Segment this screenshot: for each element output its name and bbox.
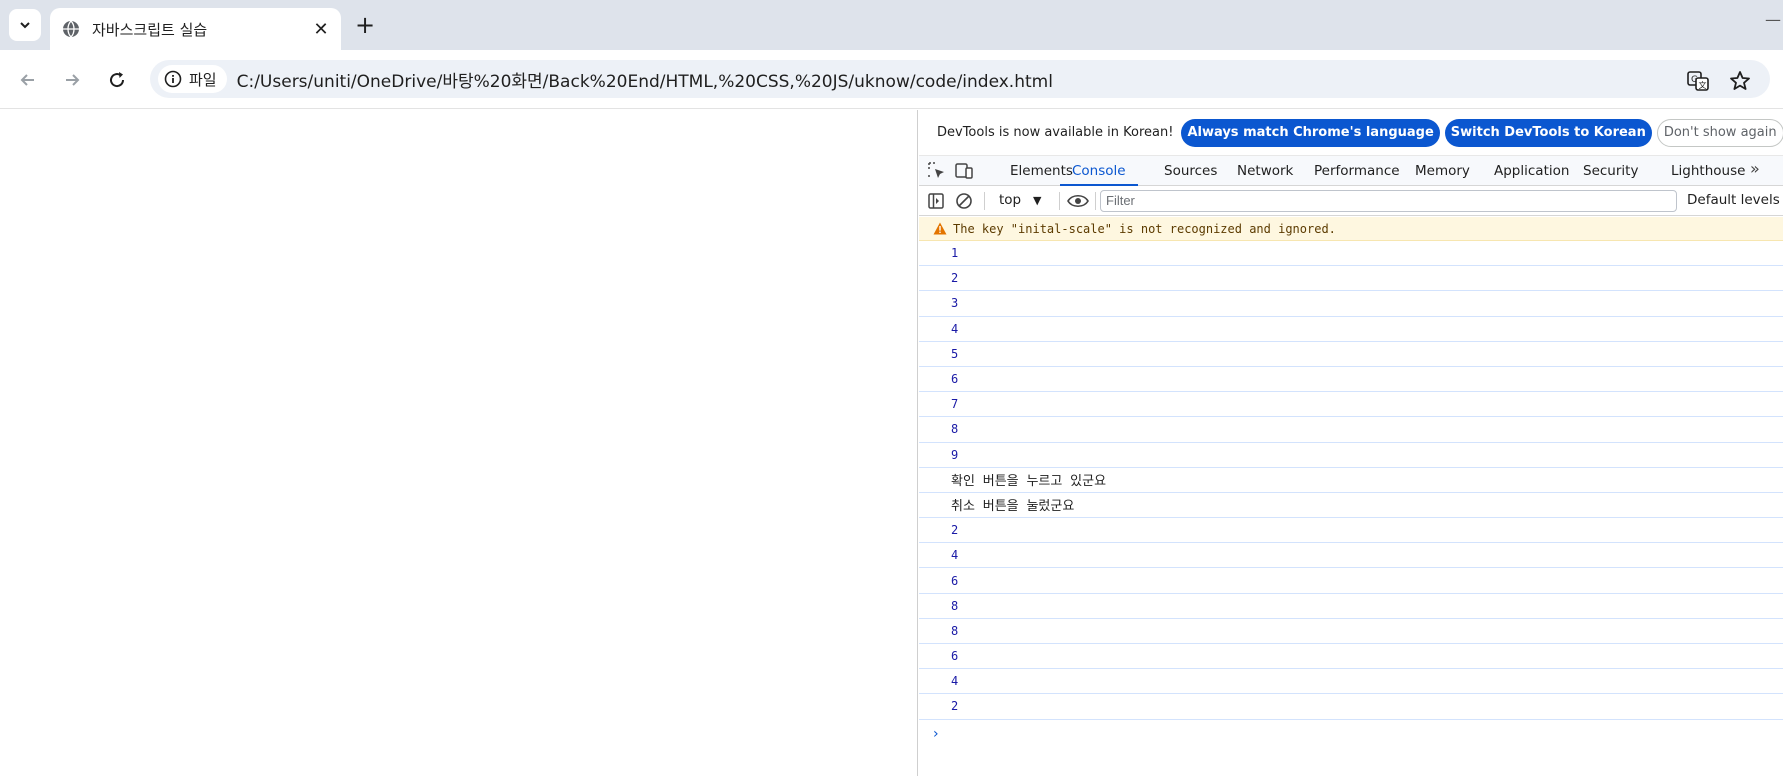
toolbar-divider	[1059, 192, 1060, 210]
console-log-row: 6	[919, 568, 1783, 594]
log-levels-label: Default levels	[1687, 192, 1780, 208]
tab-title: 자바스크립트 실습	[92, 20, 208, 39]
console-log-text: 6	[951, 573, 959, 588]
devtools-panel: DevTools is now available in Korean! Alw…	[919, 110, 1783, 776]
console-log-row: 취소 버튼을 눌렀군요	[919, 493, 1783, 519]
console-log-row: 7	[919, 392, 1783, 418]
console-log-text: 8	[951, 598, 959, 613]
console-log-text: 2	[951, 699, 959, 714]
tab-strip: 자바스크립트 실습 ✕ + —	[0, 0, 1783, 50]
console-log-text: 확인 버튼을 누르고 있군요	[951, 474, 1107, 490]
tab-application[interactable]: Application	[1494, 156, 1569, 186]
console-log-text: 9	[951, 447, 959, 462]
tab-network[interactable]: Network	[1237, 156, 1293, 186]
console-log-text: 7	[951, 397, 959, 412]
info-icon	[164, 70, 182, 88]
bookmark-star-icon[interactable]	[1728, 69, 1752, 93]
warning-text: The key "inital-scale" is not recognized…	[953, 221, 1336, 236]
arrow-left-icon	[20, 74, 34, 86]
dont-show-again-button[interactable]: Don't show again	[1656, 118, 1783, 147]
more-tabs-icon[interactable]: »	[1750, 159, 1760, 178]
clear-console-icon[interactable]	[955, 192, 973, 210]
url-text[interactable]: C:/Users/uniti/OneDrive/바탕%20화면/Back%20E…	[237, 67, 1053, 92]
console-log-text: 4	[951, 321, 959, 336]
console-log-row: 3	[919, 291, 1783, 317]
devtools-tab-bar: Elements Console Sources Network Perform…	[919, 156, 1783, 186]
translate-icon[interactable]: G文	[1686, 69, 1710, 93]
device-toolbar-icon[interactable]	[954, 161, 974, 181]
log-levels-dropdown[interactable]: Default levels ▾	[1687, 192, 1783, 208]
address-bar[interactable]: 파일 C:/Users/uniti/OneDrive/바탕%20화면/Back%…	[150, 60, 1770, 98]
context-selector[interactable]: top	[999, 192, 1021, 208]
console-toolbar: top ▼ Filter Default levels ▾	[919, 186, 1783, 216]
console-log-row: 9	[919, 443, 1783, 468]
console-log-text: 3	[951, 296, 959, 311]
console-filter-input[interactable]: Filter	[1100, 190, 1677, 212]
console-log-row: 1	[919, 241, 1783, 267]
console-messages: 1 2 3 4 5 6 7 8 9 확인 버튼을 누르고 있군요취소 버튼을 눌렀군요 2 4 6 8 8 6…	[919, 241, 1783, 720]
sidebar-toggle-icon[interactable]	[927, 192, 945, 210]
caret-down-icon: ▼	[1033, 194, 1042, 207]
console-warning-message: The key "inital-scale" is not recognized…	[919, 217, 1783, 241]
console-log-text: 2	[951, 523, 959, 538]
tab-console[interactable]: Console	[1060, 156, 1138, 186]
console-log-text: 5	[951, 346, 959, 361]
minimize-window-icon[interactable]: —	[1765, 10, 1783, 38]
page-viewport	[0, 110, 918, 776]
tab-sources[interactable]: Sources	[1164, 156, 1217, 186]
tab-memory[interactable]: Memory	[1415, 156, 1470, 186]
inspect-element-icon[interactable]	[927, 161, 947, 181]
eye-icon[interactable]	[1067, 192, 1089, 210]
console-prompt[interactable]: ›	[933, 726, 939, 742]
console-log-row: 2	[919, 518, 1783, 544]
console-log-text: 2	[951, 271, 959, 286]
browser-toolbar: 파일 C:/Users/uniti/OneDrive/바탕%20화면/Back%…	[0, 50, 1783, 109]
console-log-text: 8	[951, 422, 959, 437]
tab-security[interactable]: Security	[1583, 156, 1638, 186]
forward-button[interactable]	[57, 65, 87, 95]
console-log-row: 4	[919, 317, 1783, 342]
console-log-row: 8	[919, 619, 1783, 644]
reload-button[interactable]	[102, 65, 132, 95]
toolbar-divider	[984, 192, 985, 210]
console-log-row: 8	[919, 594, 1783, 619]
back-button[interactable]	[13, 65, 43, 95]
always-match-language-button[interactable]: Always match Chrome's language	[1181, 118, 1440, 147]
arrow-right-icon	[66, 74, 80, 86]
devtools-language-infobar: DevTools is now available in Korean! Alw…	[919, 110, 1783, 156]
switch-to-korean-button[interactable]: Switch DevTools to Korean	[1444, 118, 1652, 147]
chevron-down-icon	[20, 22, 30, 29]
tab-performance[interactable]: Performance	[1314, 156, 1400, 186]
console-log-row: 8	[919, 417, 1783, 443]
site-info-chip[interactable]: 파일	[158, 65, 227, 93]
console-log-text: 6	[951, 649, 959, 664]
tab-lighthouse[interactable]: Lighthouse	[1671, 156, 1745, 186]
console-log-row: 2	[919, 266, 1783, 292]
console-log-row: 5	[919, 342, 1783, 367]
console-log-row: 4	[919, 669, 1783, 695]
console-log-text: 4	[951, 674, 959, 689]
toolbar-divider	[1095, 192, 1096, 210]
globe-icon	[63, 20, 79, 38]
console-log-row: 6	[919, 367, 1783, 393]
browser-tab-active[interactable]: 자바스크립트 실습 ✕	[50, 8, 341, 50]
new-tab-button[interactable]: +	[351, 11, 379, 39]
console-log-text: 8	[951, 623, 959, 638]
console-log-text: 4	[951, 548, 959, 563]
console-log-row: 4	[919, 543, 1783, 569]
reload-icon	[110, 72, 125, 88]
console-log-row: 2	[919, 694, 1783, 720]
console-log-row: 6	[919, 644, 1783, 670]
svg-text:文: 文	[1699, 80, 1707, 90]
console-log-text: 취소 버튼을 눌렀군요	[951, 499, 1075, 515]
console-log-row: 확인 버튼을 누르고 있군요	[919, 468, 1783, 493]
infobar-message: DevTools is now available in Korean!	[937, 125, 1174, 140]
console-log-text: 1	[951, 246, 959, 261]
scheme-label: 파일	[189, 70, 217, 89]
tab-search-button[interactable]	[9, 9, 41, 41]
close-tab-icon[interactable]: ✕	[307, 15, 335, 43]
warning-triangle-icon	[933, 222, 947, 235]
console-log-text: 6	[951, 372, 959, 387]
